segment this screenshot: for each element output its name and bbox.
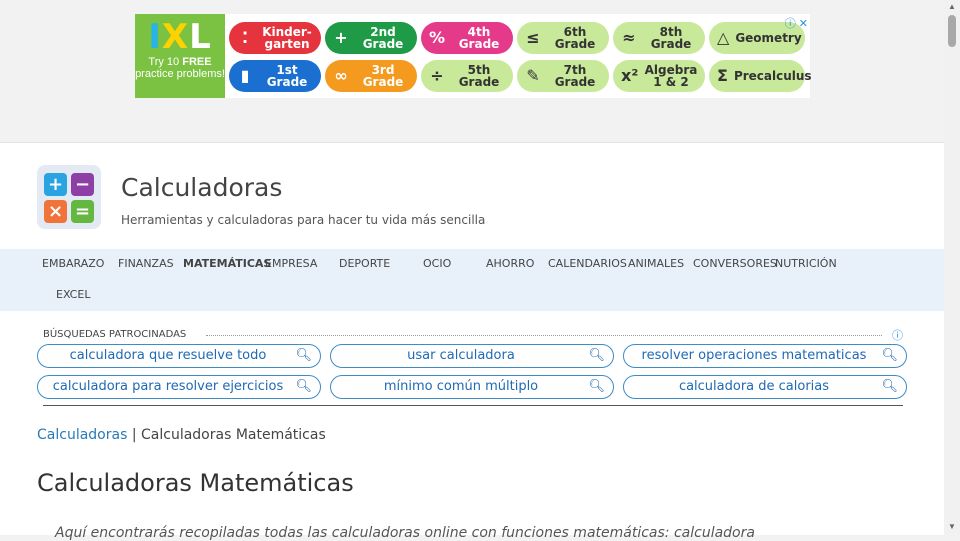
breadcrumb-current: Calculadoras Matemáticas xyxy=(141,427,326,443)
pencil-icon: ✎ xyxy=(526,66,540,85)
ixl-logo[interactable]: IXL Try 10 FREE practice problems! xyxy=(135,14,225,98)
sponsored-search-link[interactable]: calculadora que resuelve todo 🔍︎ xyxy=(37,344,321,368)
search-icon: 🔍︎ xyxy=(588,379,605,394)
infinity-icon: ∞ xyxy=(334,66,348,85)
plus-icon: + xyxy=(334,28,348,47)
ixl-ad-banner[interactable]: IXL Try 10 FREE practice problems! ⁚ Kind… xyxy=(135,14,812,98)
grade-4th-button[interactable]: % 4th Grade xyxy=(421,22,513,54)
nav-item-finanzas[interactable]: FINANZAS xyxy=(118,257,174,270)
site-title[interactable]: Calculadoras xyxy=(121,173,282,202)
sponsored-search-link[interactable]: mínimo común múltiplo 🔍︎ xyxy=(330,375,614,399)
grade-2nd-button[interactable]: +2nd Grade xyxy=(325,22,417,54)
equals-icon: = xyxy=(71,200,94,223)
scroll-down-icon[interactable]: ▼ xyxy=(948,522,956,531)
nav-item-matematicas[interactable]: MATEMÁTICAS xyxy=(183,257,271,270)
divider xyxy=(206,335,882,336)
grade-3rd-button[interactable]: ∞ 3rd Grade xyxy=(325,60,417,92)
nav-item-nutricion[interactable]: NUTRICIÓN xyxy=(775,257,837,270)
percent-icon: % xyxy=(429,28,446,47)
site-tagline: Herramientas y calculadoras para hacer t… xyxy=(121,213,486,227)
search-icon: 🔍︎ xyxy=(588,348,605,363)
minus-icon: − xyxy=(71,173,94,196)
search-icon: 🔍︎ xyxy=(295,348,312,363)
info-icon[interactable]: ⓘ xyxy=(785,18,796,30)
intro-paragraph: Aquí encontrarás recopiladas todas las c… xyxy=(55,525,755,541)
info-icon[interactable]: ⓘ xyxy=(892,327,903,343)
nav-item-ahorro[interactable]: AHORRO xyxy=(486,257,534,270)
search-icon: 🔍︎ xyxy=(881,348,898,363)
sigma-icon: Σ xyxy=(717,66,728,85)
nav-item-empresa[interactable]: EMPRESA xyxy=(265,257,317,270)
breadcrumb: Calculadoras | Calculadoras Matemáticas xyxy=(37,427,326,443)
nav-item-calendarios[interactable]: CALENDARIOS xyxy=(548,257,627,270)
multiply-icon: × xyxy=(44,200,67,223)
sponsored-search-link[interactable]: calculadora para resolver ejercicios 🔍︎ xyxy=(37,375,321,399)
nav-item-ocio[interactable]: OCIO xyxy=(423,257,451,270)
main-page: + − × = Calculadoras Herramientas y calc… xyxy=(0,142,944,541)
main-nav: EMBARAZO FINANZAS MATEMÁTICAS EMPRESA DE… xyxy=(0,249,944,311)
grade-1st-button[interactable]: ▮ 1st Grade xyxy=(229,60,321,92)
page-title: Calculadoras Matemáticas xyxy=(37,469,354,497)
sponsored-search-link[interactable]: usar calculadora 🔍︎ xyxy=(330,344,614,368)
grade-7th-button[interactable]: ✎ 7th Grade xyxy=(517,60,609,92)
adchoices-controls[interactable]: ⓘ ✕ xyxy=(785,15,808,31)
nav-item-conversores[interactable]: CONVERSORES xyxy=(693,257,777,270)
nav-item-embarazo[interactable]: EMBARAZO xyxy=(42,257,104,270)
close-icon[interactable]: ✕ xyxy=(799,18,808,30)
cup-icon: ▮ xyxy=(240,66,250,85)
grade-kindergarten-button[interactable]: ⁚ Kinder- garten xyxy=(229,22,321,54)
precalculus-button[interactable]: Σ Precalculus xyxy=(709,60,812,92)
algebra-button[interactable]: x² Algebra 1 & 2 xyxy=(613,60,705,92)
ixl-tagline: Try 10 FREE practice problems! xyxy=(135,56,225,80)
sponsored-search-link[interactable]: resolver operaciones matematicas 🔍︎ xyxy=(623,344,907,368)
vertical-scrollbar[interactable]: ▲ ▼ xyxy=(944,0,960,534)
grade-6th-button[interactable]: ≤6th Grade xyxy=(517,22,609,54)
approx-icon: ≈ xyxy=(622,28,636,47)
search-icon: 🔍︎ xyxy=(295,379,312,394)
nav-item-animales[interactable]: ANIMALES xyxy=(628,257,684,270)
scrollbar-thumb[interactable] xyxy=(948,15,956,47)
x-squared-icon: x² xyxy=(621,66,639,85)
plus-icon: + xyxy=(44,173,67,196)
ad-zone: IXL Try 10 FREE practice problems! ⁚ Kind… xyxy=(0,0,944,142)
divider xyxy=(43,405,903,406)
grade-8th-button[interactable]: ≈8th Grade xyxy=(613,22,705,54)
sponsored-searches-label: BÚSQUEDAS PATROCINADAS xyxy=(43,329,187,340)
nav-item-deporte[interactable]: DEPORTE xyxy=(339,257,390,270)
grade-5th-button[interactable]: ÷ 5th Grade xyxy=(421,60,513,92)
divide-icon: ÷ xyxy=(430,66,444,85)
site-logo[interactable]: + − × = xyxy=(37,165,101,229)
triangle-icon: △ xyxy=(717,28,730,47)
less-equal-icon: ≤ xyxy=(526,28,540,47)
dots-icon: ⁚ xyxy=(241,28,249,47)
breadcrumb-separator: | xyxy=(127,427,141,443)
scroll-up-icon[interactable]: ▲ xyxy=(948,2,956,11)
search-icon: 🔍︎ xyxy=(881,379,898,394)
breadcrumb-home-link[interactable]: Calculadoras xyxy=(37,427,127,443)
ixl-wordmark: IXL xyxy=(148,17,212,57)
sponsored-search-link[interactable]: calculadora de calorias 🔍︎ xyxy=(623,375,907,399)
nav-item-excel[interactable]: EXCEL xyxy=(56,288,90,301)
